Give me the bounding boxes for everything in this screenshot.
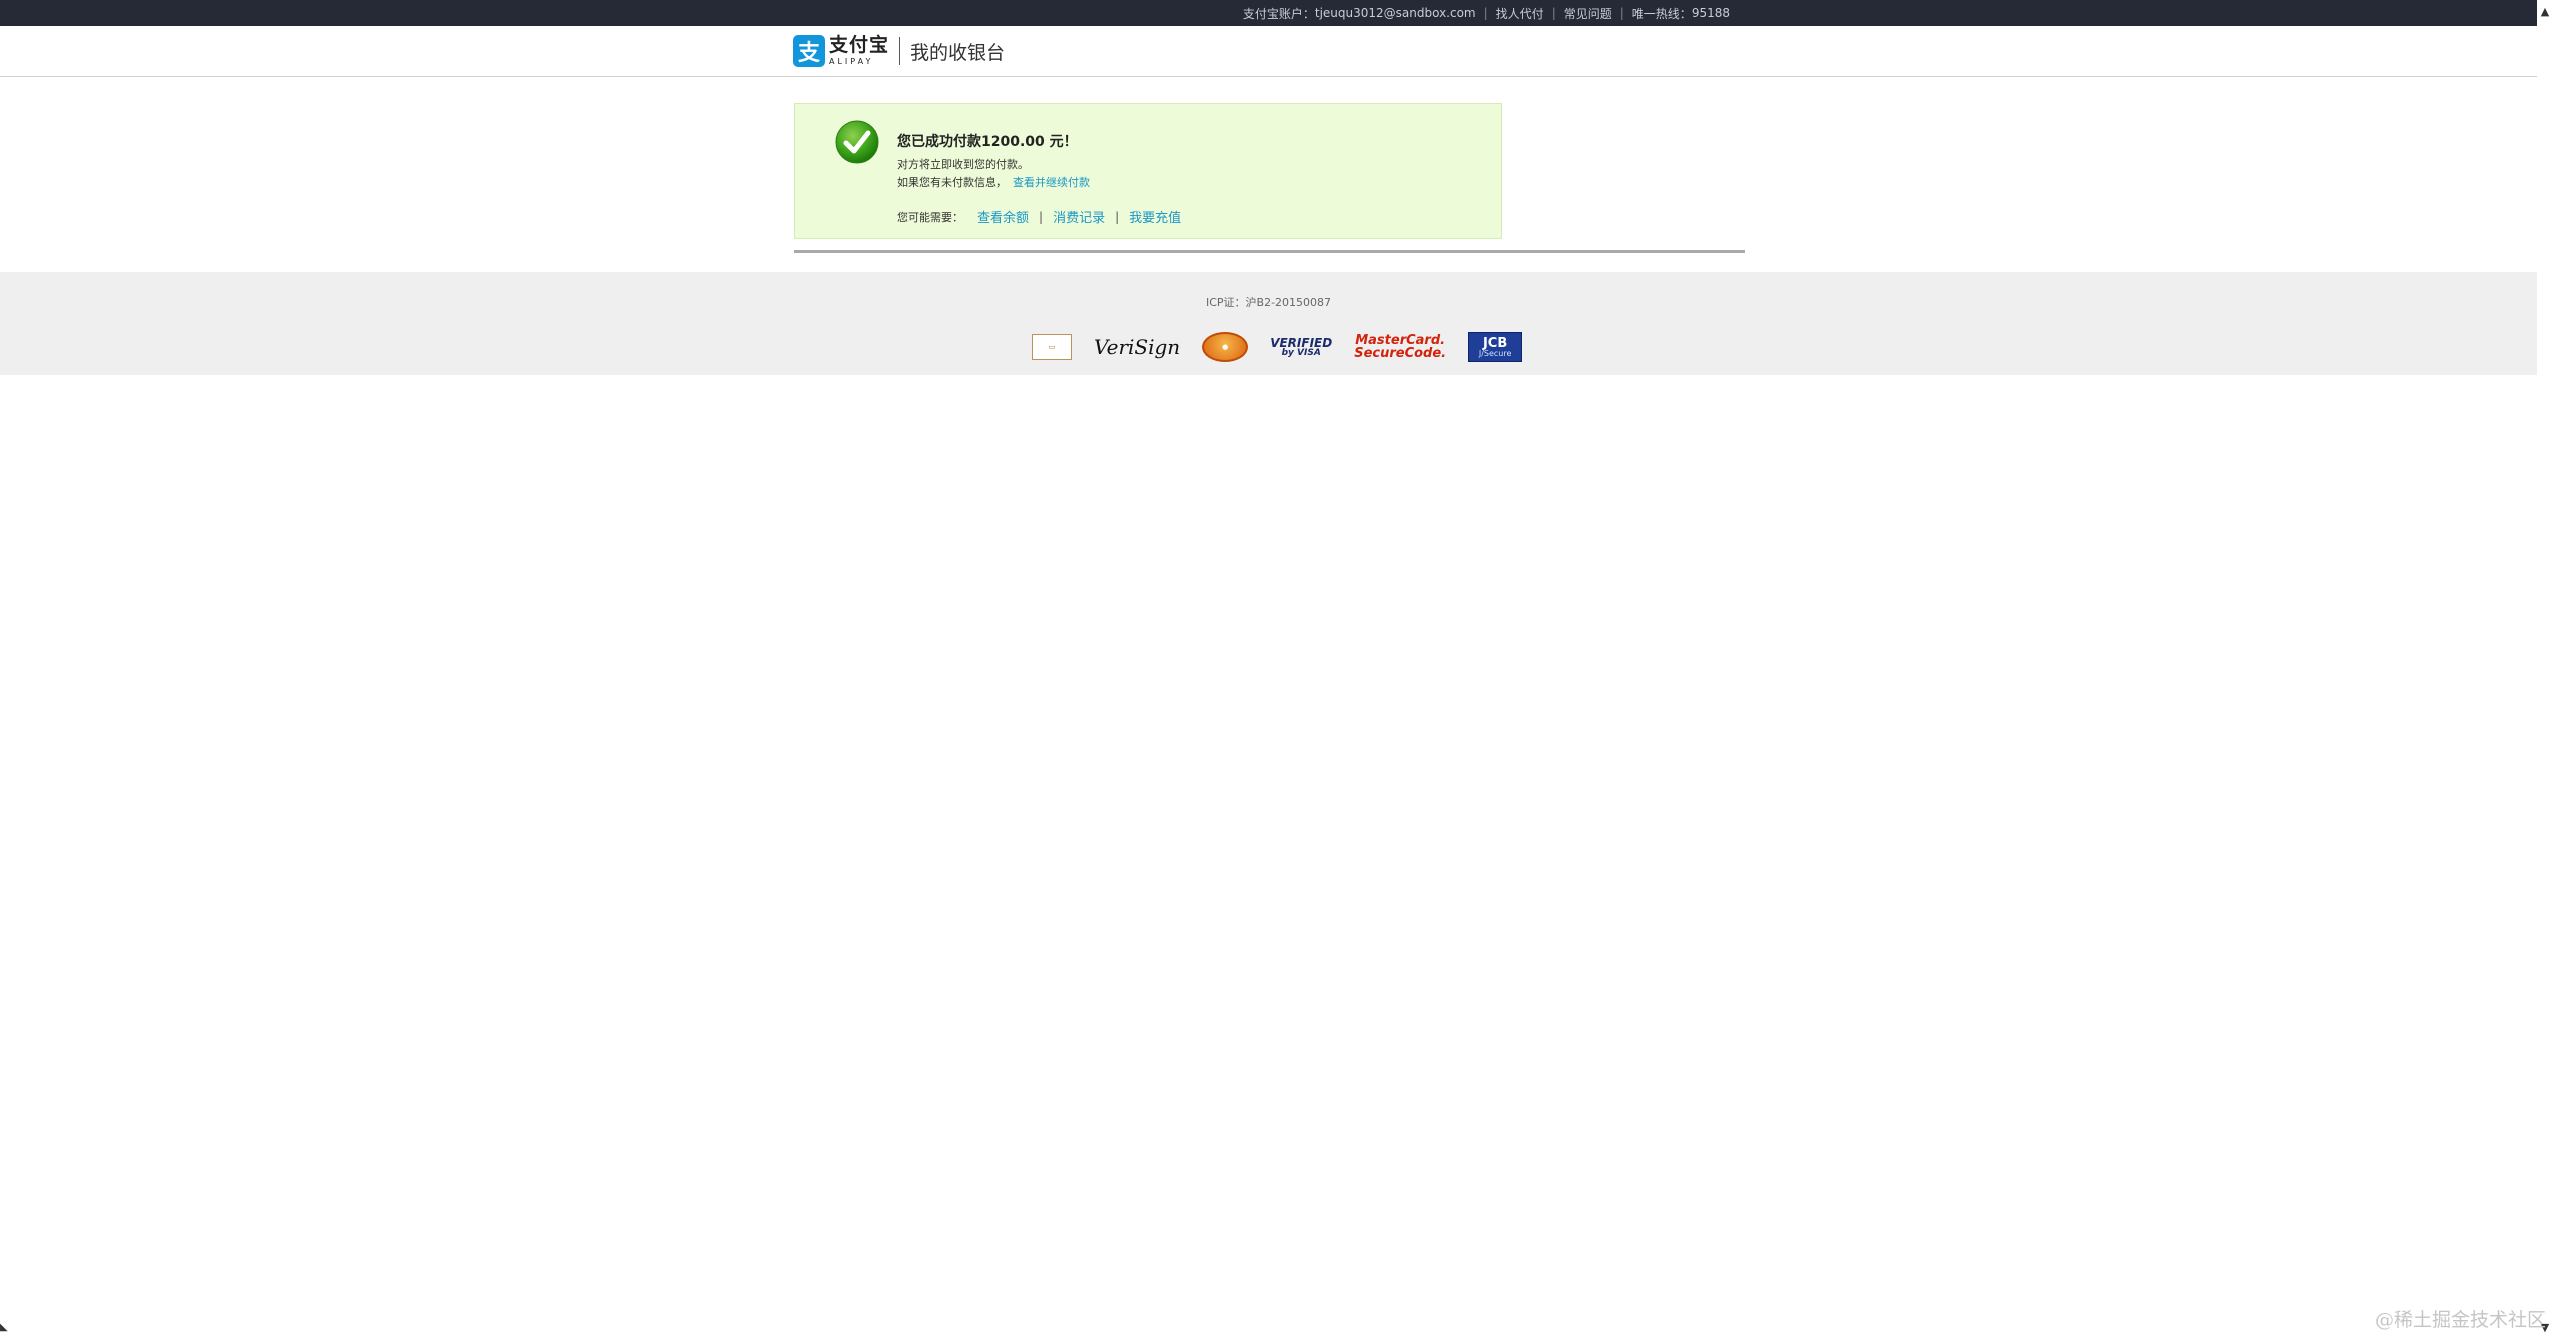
verisign-badge[interactable]: VeriSign	[1094, 335, 1180, 359]
jcb-jsecure-badge[interactable]: JCB J/Secure	[1468, 332, 1523, 362]
divider: |	[1039, 209, 1044, 224]
faq-link[interactable]: 常见问题	[1564, 5, 1612, 22]
view-continue-payment-link[interactable]: 查看并继续付款	[1013, 176, 1090, 189]
top-up-link[interactable]: 我要充值	[1129, 207, 1181, 226]
watermark: @稀土掘金技术社区	[2374, 1309, 2546, 1331]
unpaid-info-text: 如果您有未付款信息， 查看并继续付款	[897, 174, 1090, 190]
footer: ICP证：沪B2-20150087 ▭ VeriSign ● VERIFIED …	[0, 272, 2537, 375]
success-title: 您已成功付款1200.00 元！	[897, 134, 1078, 150]
trust-seal-badge-icon[interactable]: ●	[1202, 332, 1249, 362]
unpaid-info-prefix: 如果您有未付款信息，	[897, 176, 1007, 189]
security-badges: ▭ VeriSign ● VERIFIED by VISA MasterCard…	[1032, 330, 1544, 364]
suggested-actions-label: 您可能需要：	[897, 210, 963, 224]
jcb-line2: J/Secure	[1478, 348, 1512, 358]
account-label: 支付宝账户：	[1242, 6, 1315, 21]
header: 支 支付宝 ALIPAY 我的收银台	[0, 26, 2537, 77]
top-bar-links: 支付宝账户： tjeuqu3012@sandbox.com | 找人代付 | 常…	[1243, 0, 1730, 26]
verified-by-visa-badge[interactable]: VERIFIED by VISA	[1270, 337, 1332, 358]
divider: |	[1619, 6, 1624, 20]
payment-success-panel: 您已成功付款1200.00 元！ 对方将立即收到您的付款。 如果您有未付款信息，…	[794, 103, 1502, 239]
hotline-number: 95188	[1691, 6, 1730, 20]
logo-text: 支付宝 ALIPAY	[829, 36, 889, 66]
mastercard-securecode-badge[interactable]: MasterCard. SecureCode.	[1354, 334, 1446, 360]
pay-for-me-link[interactable]: 找人代付	[1496, 5, 1544, 22]
account-email-link[interactable]: tjeuqu3012@sandbox.com	[1315, 6, 1476, 20]
alipay-logo[interactable]: 支 支付宝 ALIPAY 我的收银台	[793, 34, 1005, 68]
chevron-up-icon[interactable]: ▲	[2538, 4, 2552, 18]
logo-cn: 支付宝	[829, 34, 890, 56]
transaction-history-link[interactable]: 消费记录	[1053, 207, 1105, 226]
divider: |	[1115, 209, 1120, 224]
jcb-line1: JCB	[1482, 335, 1508, 351]
mc-line2: SecureCode.	[1354, 346, 1447, 361]
logo-divider	[899, 37, 901, 65]
divider: |	[1551, 6, 1556, 20]
visa-line2: by VISA	[1281, 347, 1321, 358]
certificate-badge-icon[interactable]: ▭	[1032, 334, 1072, 360]
alipay-logo-icon: 支	[793, 35, 825, 67]
payment-received-text: 对方将立即收到您的付款。	[897, 158, 1029, 171]
suggested-actions: 您可能需要： 查看余额 | 消费记录 | 我要充值	[897, 207, 1181, 227]
top-bar: 支付宝账户： tjeuqu3012@sandbox.com | 找人代付 | 常…	[0, 0, 2537, 26]
check-icon	[835, 120, 879, 164]
visa-line1: VERIFIED	[1270, 335, 1333, 350]
icp-license: ICP证：沪B2-20150087	[1205, 296, 1332, 309]
content-divider	[794, 250, 1745, 253]
hotline-label: 唯一热线：	[1631, 6, 1692, 21]
check-balance-link[interactable]: 查看余额	[977, 207, 1029, 226]
page-title: 我的收银台	[910, 41, 1006, 64]
divider: |	[1483, 6, 1488, 20]
scroll-corner-icon: ◣	[0, 1322, 8, 1333]
logo-en: ALIPAY	[829, 57, 874, 66]
